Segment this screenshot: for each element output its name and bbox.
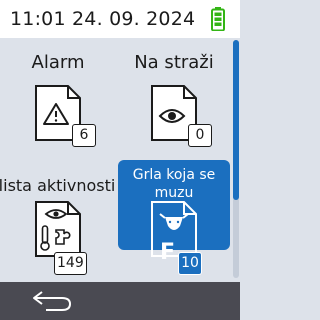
time-text: 11:01 [10,8,66,30]
tile-na-strazi[interactable]: Na straži 0 [118,40,230,154]
date-text: 24. 09. 2024 [72,8,196,30]
status-bar: 11:01 24. 09. 2024 [0,0,240,38]
tile-grla-letter: F [160,240,176,265]
tile-lista-aktivnosti-label: lista aktivnosti [0,176,116,195]
tile-lista-aktivnosti[interactable]: lista aktivnosti 149 [0,160,115,275]
tile-grla-label: Grla koja se muzu [132,167,216,201]
bottom-bar [0,282,240,320]
tile-na-strazi-count: 0 [188,124,212,147]
tile-grla-koja-se-muzu[interactable]: Grla koja se muzu F 10 [118,160,230,275]
tile-lista-aktivnosti-count: 149 [54,252,87,275]
activity-document-icon [35,201,81,257]
battery-full-icon [211,7,225,31]
tile-alarm[interactable]: Alarm 6 [2,40,114,154]
tile-grla-count: 10 [178,252,202,275]
scrollbar-thumb[interactable] [233,40,239,200]
clock: 11:01 24. 09. 2024 [10,8,195,30]
tile-alarm-count: 6 [72,124,96,147]
tile-na-strazi-label: Na straži [134,52,214,73]
tile-grid: Alarm 6 Na straži 0 lista aktivnosti 149… [0,38,232,282]
scrollbar[interactable] [233,40,239,278]
back-arrow-icon[interactable] [28,286,76,316]
tile-alarm-label: Alarm [31,52,85,73]
